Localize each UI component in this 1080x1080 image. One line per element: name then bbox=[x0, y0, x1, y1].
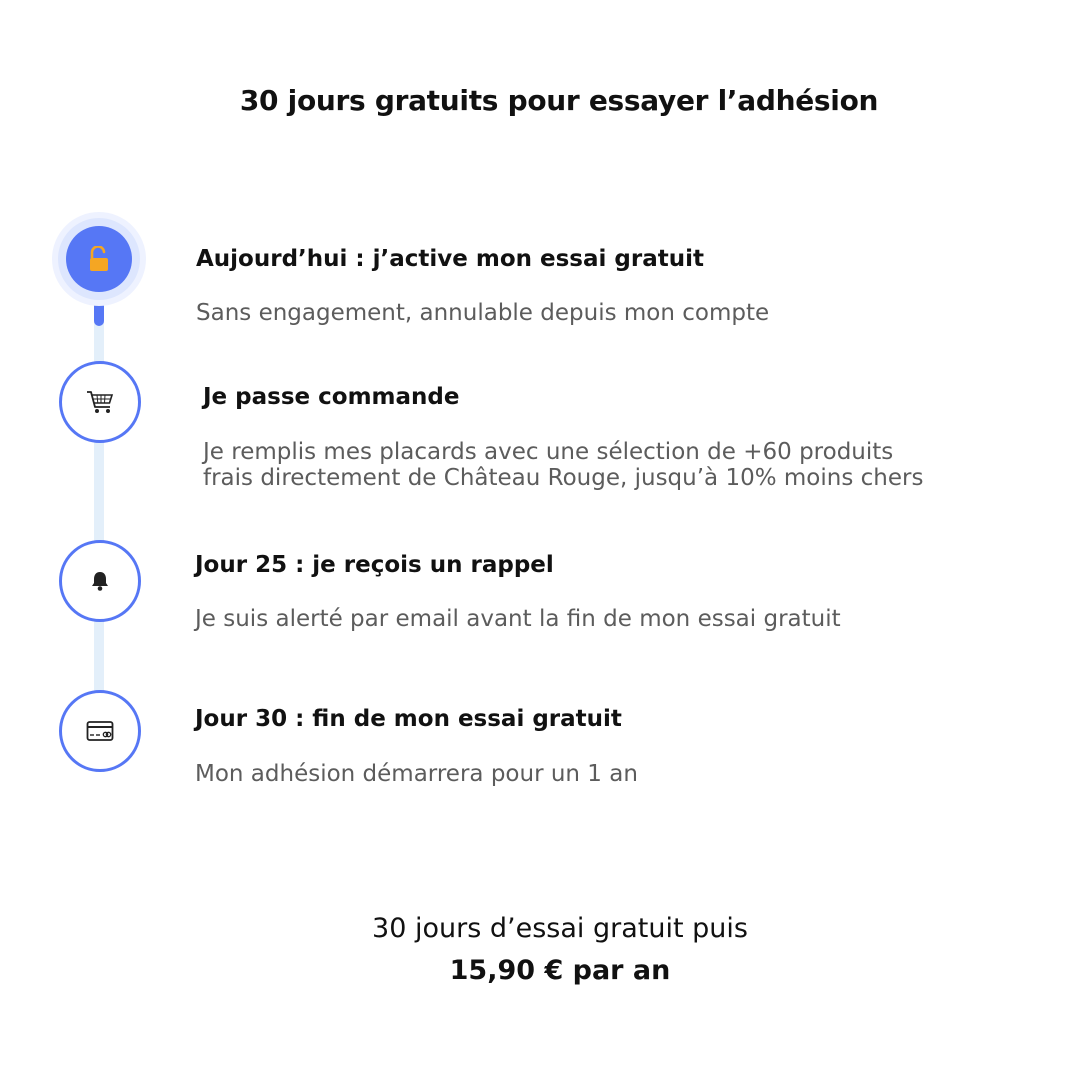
page-title: 30 jours gratuits pour essayer l’adhésio… bbox=[239, 84, 879, 117]
step-title: Jour 30 : fin de mon essai gratuit bbox=[195, 706, 622, 732]
step-marker-3 bbox=[59, 540, 141, 622]
step-marker-1 bbox=[66, 226, 132, 292]
step-title: Aujourd’hui : j’active mon essai gratuit bbox=[196, 246, 704, 272]
trial-summary: 30 jours d’essai gratuit puis bbox=[372, 913, 748, 944]
step-title: Jour 25 : je reçois un rappel bbox=[195, 552, 554, 578]
credit-card-icon bbox=[86, 720, 114, 742]
step-marker-2 bbox=[59, 361, 141, 443]
step-description: Je suis alerté par email avant la fin de… bbox=[195, 606, 841, 632]
step-marker-4 bbox=[59, 690, 141, 772]
unlocked-padlock-icon bbox=[88, 246, 110, 272]
price-text: 15,90 € par an bbox=[449, 955, 671, 986]
timeline-rail bbox=[94, 270, 104, 730]
step-description: Je remplis mes placards avec une sélecti… bbox=[203, 439, 924, 491]
step-description: Mon adhésion démarrera pour un 1 an bbox=[195, 761, 638, 787]
bell-icon bbox=[90, 570, 110, 592]
step-title: Je passe commande bbox=[203, 384, 460, 410]
step-description: Sans engagement, annulable depuis mon co… bbox=[196, 300, 770, 326]
shopping-cart-icon bbox=[86, 389, 114, 415]
